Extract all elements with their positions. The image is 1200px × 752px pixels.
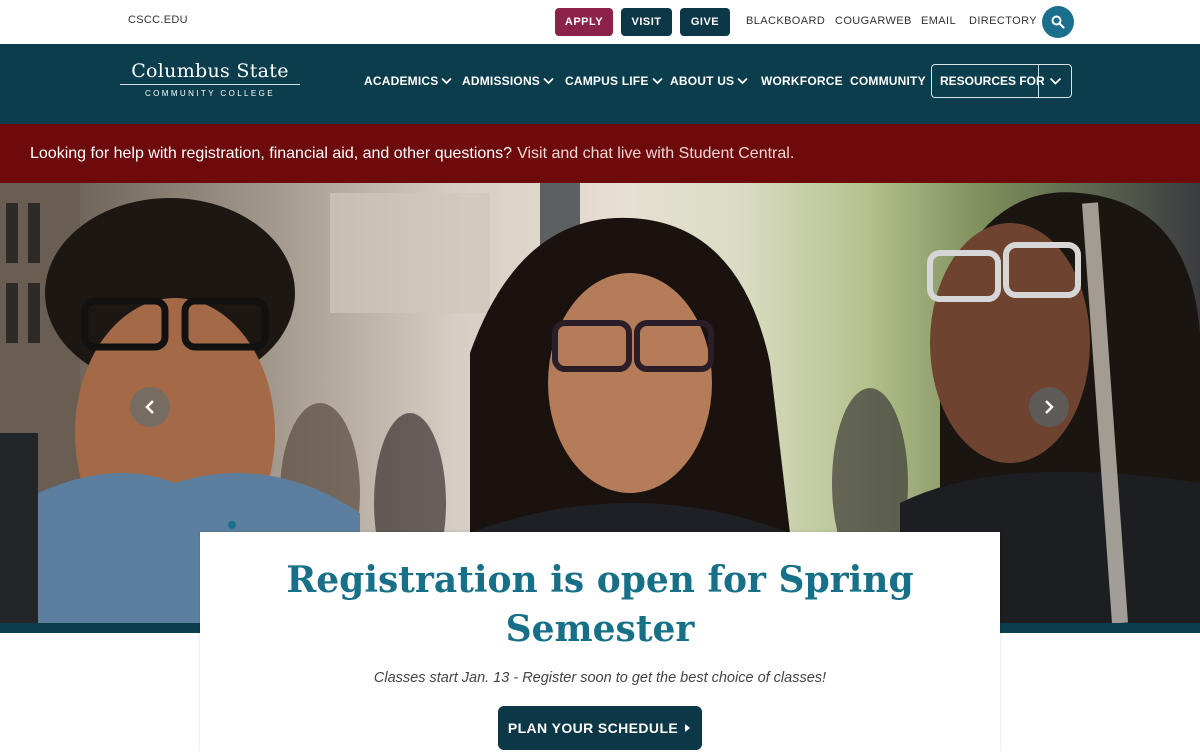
chevron-down-icon bbox=[737, 77, 748, 85]
util-link-cougarweb[interactable]: COUGARWEB bbox=[835, 15, 912, 27]
util-link-blackboard[interactable]: BLACKBOARD bbox=[746, 15, 825, 27]
visit-button[interactable]: VISIT bbox=[621, 8, 672, 36]
chevron-down-icon bbox=[1049, 77, 1061, 85]
feature-card: Registration is open for Spring Semester… bbox=[200, 532, 1000, 752]
alert-text: Looking for help with registration, fina… bbox=[30, 144, 513, 162]
resources-for-label: RESOURCES FOR bbox=[940, 74, 1045, 88]
search-button[interactable] bbox=[1042, 6, 1074, 38]
give-button[interactable]: GIVE bbox=[680, 8, 730, 36]
logo-name-top: Columbus State bbox=[131, 60, 289, 82]
nav-item-label: WORKFORCE bbox=[761, 74, 843, 88]
resources-toggle[interactable] bbox=[1039, 77, 1071, 86]
search-icon bbox=[1051, 15, 1065, 29]
carousel-next-button[interactable] bbox=[1029, 387, 1069, 427]
chevron-down-icon bbox=[441, 77, 453, 85]
resources-for-select[interactable]: RESOURCES FOR bbox=[931, 64, 1072, 98]
card-subtitle: Classes start Jan. 13 - Register soon to… bbox=[373, 670, 827, 686]
site-link[interactable]: CSCC.EDU bbox=[128, 14, 188, 26]
plan-schedule-button[interactable]: PLAN YOUR SCHEDULE bbox=[498, 706, 702, 750]
nav-item-label: CAMPUS LIFE bbox=[565, 74, 649, 88]
main-nav: Columbus State COMMUNITY COLLEGE ACADEMI… bbox=[0, 44, 1200, 124]
nav-item-label: COMMUNITY bbox=[850, 74, 926, 88]
util-link-email[interactable]: EMAIL bbox=[921, 15, 956, 27]
chevron-down-icon bbox=[651, 77, 663, 85]
carousel-prev-button[interactable] bbox=[130, 387, 170, 427]
chevron-down-icon bbox=[543, 77, 554, 85]
nav-item-academics[interactable]: ACADEMICS bbox=[364, 74, 453, 88]
chevron-left-icon bbox=[145, 400, 154, 414]
nav-item-community[interactable]: COMMUNITY bbox=[850, 74, 926, 88]
utility-bar: CSCC.EDU APPLY VISIT GIVE BLACKBOARD COU… bbox=[0, 0, 1200, 44]
util-link-directory[interactable]: DIRECTORY bbox=[969, 15, 1037, 27]
alert-banner: Looking for help with registration, fina… bbox=[0, 124, 1200, 183]
nav-item-label: ADMISSIONS bbox=[462, 74, 541, 88]
carousel-dot[interactable] bbox=[228, 521, 236, 529]
nav-item-label: ACADEMICS bbox=[364, 74, 439, 88]
college-logo[interactable]: Columbus State COMMUNITY COLLEGE bbox=[118, 58, 302, 102]
nav-item-about-us[interactable]: ABOUT US bbox=[670, 74, 748, 88]
logo-divider bbox=[120, 84, 300, 85]
nav-item-admissions[interactable]: ADMISSIONS bbox=[462, 74, 554, 88]
nav-item-label: ABOUT US bbox=[670, 74, 735, 88]
card-title: Registration is open for Spring Semester bbox=[286, 559, 914, 650]
student-central-link[interactable]: Visit and chat live with Student Central… bbox=[517, 145, 794, 163]
logo-name-bottom: COMMUNITY COLLEGE bbox=[145, 89, 275, 98]
nav-item-campus-life[interactable]: CAMPUS LIFE bbox=[565, 74, 663, 88]
nav-item-workforce[interactable]: WORKFORCE bbox=[761, 74, 843, 88]
chevron-right-icon bbox=[1045, 400, 1054, 414]
plan-schedule-label: PLAN YOUR SCHEDULE bbox=[507, 720, 679, 736]
caret-right-icon bbox=[685, 724, 691, 732]
apply-button[interactable]: APPLY bbox=[555, 8, 613, 36]
